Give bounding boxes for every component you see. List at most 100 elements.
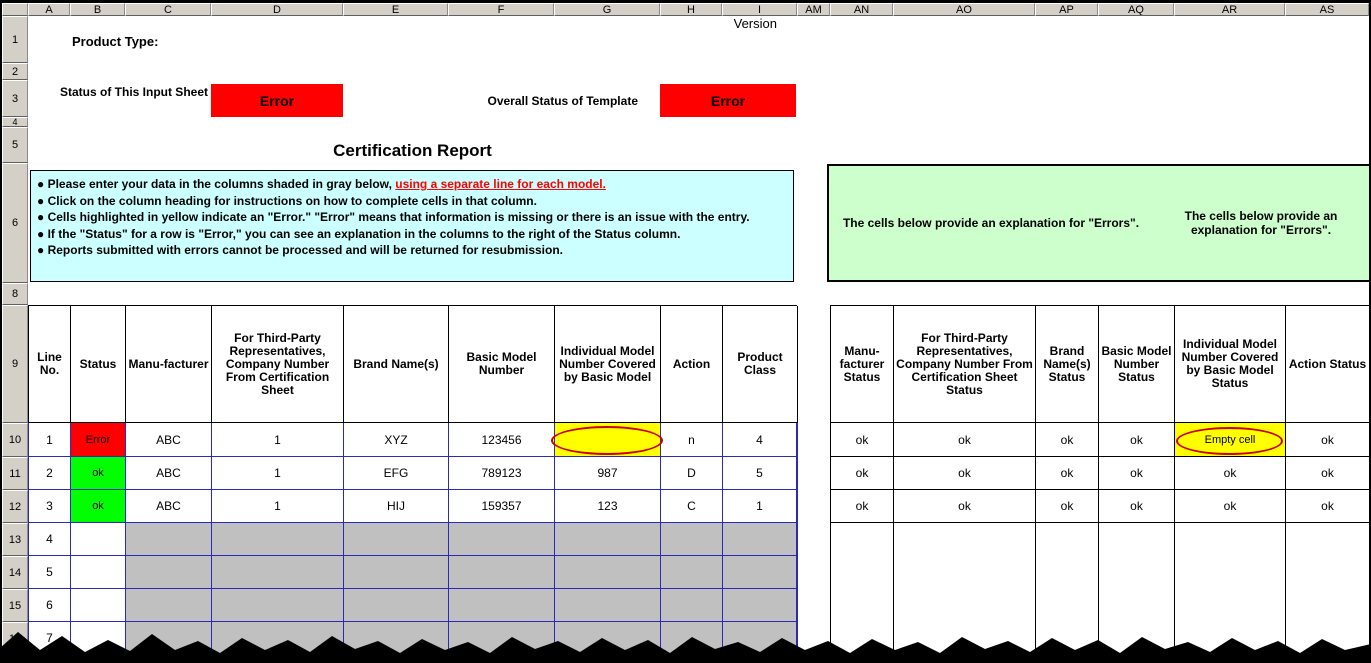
cell-product-class[interactable]: 1 bbox=[723, 490, 798, 523]
column-header[interactable]: AP bbox=[1035, 3, 1098, 16]
cell-action-status[interactable]: ok bbox=[1286, 490, 1370, 523]
cell-individual-model[interactable] bbox=[555, 556, 661, 589]
cell-individual-model[interactable]: 987 bbox=[555, 457, 661, 490]
cell-company-number[interactable]: 1 bbox=[212, 423, 344, 457]
cell-product-class[interactable] bbox=[723, 523, 798, 556]
cell-individual-model[interactable] bbox=[555, 523, 661, 556]
row-header[interactable]: 13 bbox=[2, 523, 28, 556]
cell-brand-status[interactable]: ok bbox=[1036, 423, 1099, 457]
cell-brand-status[interactable]: ok bbox=[1036, 490, 1099, 523]
column-header[interactable]: AQ bbox=[1098, 3, 1174, 16]
cell-product-class[interactable] bbox=[723, 556, 798, 589]
cell-basic-model-status[interactable]: ok bbox=[1099, 490, 1175, 523]
cell-individual-model-status[interactable]: Empty cell bbox=[1175, 423, 1286, 457]
cell-basic-model[interactable]: 123456 bbox=[449, 423, 555, 457]
cell-brand-status[interactable]: ok bbox=[1036, 457, 1099, 490]
cell-brand[interactable]: EFG bbox=[344, 457, 449, 490]
cell-individual-model[interactable] bbox=[555, 589, 661, 622]
cell-manufacturer[interactable] bbox=[126, 523, 212, 556]
cell-status[interactable] bbox=[71, 523, 126, 556]
cell-action-status[interactable]: ok bbox=[1286, 457, 1370, 490]
cell-action[interactable]: n bbox=[661, 423, 723, 457]
cell-basic-model[interactable] bbox=[449, 523, 555, 556]
column-header[interactable]: B bbox=[70, 3, 125, 16]
row-header[interactable]: 9 bbox=[2, 305, 28, 423]
cell-basic-model[interactable]: 789123 bbox=[449, 457, 555, 490]
cell-brand[interactable]: XYZ bbox=[344, 423, 449, 457]
column-header[interactable]: AR bbox=[1174, 3, 1285, 16]
cell-basic-model[interactable] bbox=[449, 556, 555, 589]
column-header[interactable]: AM bbox=[797, 3, 830, 16]
cell-manufacturer[interactable]: ABC bbox=[126, 457, 212, 490]
select-all-corner[interactable] bbox=[2, 3, 28, 16]
overall-status-cell[interactable]: Error bbox=[660, 84, 796, 117]
column-header[interactable]: AN bbox=[830, 3, 893, 16]
row-header[interactable]: 6 bbox=[2, 163, 28, 283]
cell-product-class[interactable]: 5 bbox=[723, 457, 798, 490]
column-header[interactable]: A bbox=[28, 3, 70, 16]
cell-individual-model[interactable]: 123 bbox=[555, 490, 661, 523]
cell-action[interactable]: D bbox=[661, 457, 723, 490]
cell-basic-model-status[interactable]: ok bbox=[1099, 423, 1175, 457]
column-header[interactable]: E bbox=[343, 3, 448, 16]
column-header[interactable]: H bbox=[660, 3, 722, 16]
column-header[interactable]: C bbox=[125, 3, 211, 16]
column-header[interactable]: G bbox=[554, 3, 660, 16]
cell-manufacturer-status[interactable]: ok bbox=[831, 490, 894, 523]
row-header[interactable]: 11 bbox=[2, 457, 28, 490]
row-header[interactable]: 2 bbox=[2, 63, 28, 80]
row-header[interactable]: 15 bbox=[2, 589, 28, 622]
cell-line-no[interactable]: 4 bbox=[29, 523, 71, 556]
cell-action[interactable] bbox=[661, 523, 723, 556]
cell-company-number[interactable] bbox=[212, 589, 344, 622]
cell-manufacturer-status[interactable]: ok bbox=[831, 457, 894, 490]
cell-company-number[interactable]: 1 bbox=[212, 490, 344, 523]
column-header[interactable]: I bbox=[722, 3, 797, 16]
row-header[interactable]: 1 bbox=[2, 16, 28, 63]
cell-company-number-status[interactable]: ok bbox=[894, 457, 1036, 490]
cell-action[interactable] bbox=[661, 556, 723, 589]
cell-status[interactable]: ok bbox=[71, 490, 126, 523]
column-header[interactable]: AO bbox=[893, 3, 1035, 16]
cell-brand[interactable] bbox=[344, 523, 449, 556]
column-header[interactable]: F bbox=[448, 3, 554, 16]
cell-line-no[interactable]: 5 bbox=[29, 556, 71, 589]
cell-individual-model[interactable] bbox=[555, 423, 661, 457]
cell-basic-model[interactable]: 159357 bbox=[449, 490, 555, 523]
cell-manufacturer[interactable]: ABC bbox=[126, 423, 212, 457]
cell-line-no[interactable]: 1 bbox=[29, 423, 71, 457]
cell-manufacturer[interactable]: ABC bbox=[126, 490, 212, 523]
header-status[interactable]: Status bbox=[71, 306, 126, 423]
column-header[interactable]: AS bbox=[1285, 3, 1369, 16]
cell-action-status[interactable]: ok bbox=[1286, 423, 1370, 457]
cell-brand[interactable]: HIJ bbox=[344, 490, 449, 523]
row-header[interactable]: 5 bbox=[2, 127, 28, 163]
cell-status[interactable]: Error bbox=[71, 423, 126, 457]
header-action[interactable]: Action bbox=[661, 306, 723, 423]
cell-company-number[interactable] bbox=[212, 556, 344, 589]
cell-status[interactable] bbox=[71, 589, 126, 622]
row-header[interactable]: 10 bbox=[2, 423, 28, 457]
cell-company-number[interactable]: 1 bbox=[212, 457, 344, 490]
header-brand-status[interactable]: Brand Name(s) Status bbox=[1036, 306, 1099, 423]
header-basic-model-status[interactable]: Basic Model Number Status bbox=[1099, 306, 1175, 423]
input-sheet-status-cell[interactable]: Error bbox=[211, 84, 343, 117]
header-company-number[interactable]: For Third-Party Representatives, Company… bbox=[212, 306, 344, 423]
header-action-status[interactable]: Action Status bbox=[1286, 306, 1370, 423]
cell-basic-model[interactable] bbox=[449, 589, 555, 622]
cell-brand[interactable] bbox=[344, 589, 449, 622]
header-product-class[interactable]: Product Class bbox=[723, 306, 798, 423]
cell-manufacturer-status[interactable]: ok bbox=[831, 423, 894, 457]
cell-individual-model-status[interactable]: ok bbox=[1175, 457, 1286, 490]
cell-action[interactable]: C bbox=[661, 490, 723, 523]
header-manufacturer-status[interactable]: Manu-facturer Status bbox=[831, 306, 894, 423]
row-header[interactable]: 12 bbox=[2, 490, 28, 523]
cell-manufacturer[interactable] bbox=[126, 589, 212, 622]
cell-manufacturer[interactable] bbox=[126, 556, 212, 589]
header-individual-model-status[interactable]: Individual Model Number Covered by Basic… bbox=[1175, 306, 1286, 423]
row-header[interactable]: 4 bbox=[2, 117, 28, 127]
row-header[interactable]: 3 bbox=[2, 80, 28, 117]
cell-status[interactable] bbox=[71, 556, 126, 589]
header-line-no[interactable]: Line No. bbox=[29, 306, 71, 423]
cell-company-number-status[interactable]: ok bbox=[894, 423, 1036, 457]
